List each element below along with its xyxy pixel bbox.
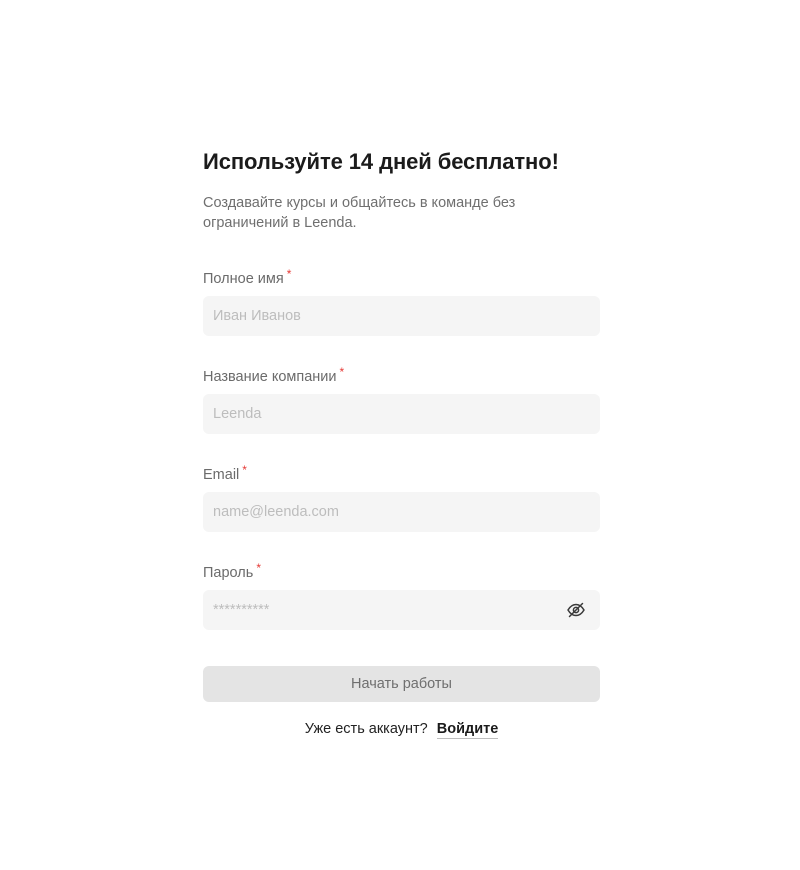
password-input-box: [203, 590, 600, 630]
password-label: Пароль: [203, 565, 254, 581]
page-subtitle: Создавайте курсы и общайтесь в команде б…: [203, 195, 516, 231]
start-button[interactable]: Начать работы: [203, 666, 600, 702]
required-marker: *: [242, 463, 247, 477]
signup-form: Используйте 14 дней бесплатно! Создавайт…: [203, 146, 600, 739]
required-marker: *: [286, 267, 292, 281]
email-label: Email: [203, 467, 240, 483]
password-label-row: Пароль *: [203, 561, 600, 583]
company-input[interactable]: [203, 394, 600, 434]
full-name-input[interactable]: [203, 296, 600, 336]
email-label-row: Email *: [203, 463, 600, 485]
email-input[interactable]: [203, 492, 600, 532]
required-marker: *: [339, 365, 345, 379]
full-name-label: Полное имя: [203, 271, 284, 287]
company-field: Название компании *: [203, 365, 600, 434]
email-input-box: [203, 492, 600, 532]
page-title: Используйте 14 дней бесплатно!: [203, 149, 559, 174]
full-name-field: Полное имя *: [203, 267, 600, 336]
login-link[interactable]: Войдите: [436, 721, 499, 739]
password-input[interactable]: [203, 590, 600, 630]
login-prompt: Уже есть аккаунт?: [304, 721, 428, 737]
login-row: Уже есть аккаунт? Войдите: [203, 719, 600, 739]
company-label-row: Название компании *: [203, 365, 600, 387]
required-marker: *: [256, 561, 261, 575]
eye-off-icon[interactable]: [566, 600, 586, 620]
full-name-label-row: Полное имя *: [203, 267, 600, 289]
company-label: Название компании: [203, 369, 337, 385]
full-name-input-box: [203, 296, 600, 336]
email-field: Email *: [203, 463, 600, 532]
company-input-box: [203, 394, 600, 434]
password-field: Пароль *: [203, 561, 600, 630]
